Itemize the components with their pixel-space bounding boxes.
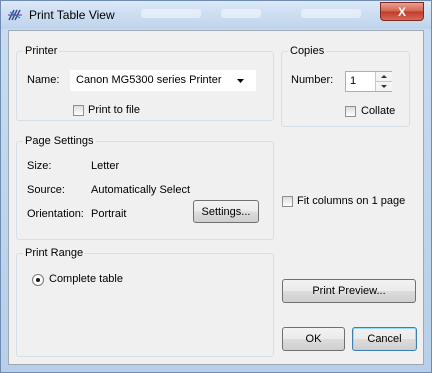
printer-name-value: Canon MG5300 series Printer — [76, 74, 222, 86]
dialog-body: Printer Name: Canon MG5300 series Printe… — [8, 30, 424, 365]
print-range-group: Print Range — [16, 247, 274, 357]
radio-selected-dot — [36, 278, 40, 282]
printer-name-label: Name: — [27, 74, 60, 86]
spin-down-button[interactable] — [375, 82, 392, 91]
printer-name-select[interactable]: Canon MG5300 series Printer — [70, 70, 256, 91]
orientation-value: Portrait — [91, 208, 127, 220]
print-to-file-label: Print to file — [88, 104, 140, 116]
fit-columns-checkbox[interactable] — [282, 196, 293, 207]
fit-columns-label: Fit columns on 1 page — [297, 195, 406, 207]
collate-checkbox[interactable] — [345, 106, 356, 117]
spin-up-button[interactable] — [375, 72, 392, 82]
print-to-file-checkbox[interactable] — [73, 105, 84, 116]
orientation-label: Orientation: — [27, 208, 84, 220]
source-label: Source: — [27, 184, 65, 196]
source-value: Automatically Select — [91, 184, 191, 196]
print-table-view-dialog: Print Table View X Printer Name: Canon M… — [0, 0, 432, 373]
size-label: Size: — [27, 160, 52, 172]
complete-table-radio[interactable] — [32, 274, 44, 286]
titlebar-shading — [221, 9, 261, 18]
chevron-down-icon — [237, 79, 244, 83]
page-settings-group-label: Page Settings — [25, 135, 94, 147]
cancel-button[interactable]: Cancel — [352, 327, 417, 351]
complete-table-label: Complete table — [49, 273, 123, 285]
print-range-group-label: Print Range — [25, 247, 84, 259]
size-value: Letter — [91, 160, 120, 172]
collate-label: Collate — [361, 105, 396, 117]
printer-group-label: Printer — [25, 45, 58, 57]
settings-button[interactable]: Settings... — [193, 200, 259, 223]
chevron-down-icon — [381, 85, 387, 88]
copies-number-value: 1 — [350, 75, 357, 87]
titlebar-shading — [141, 9, 201, 18]
chevron-up-icon — [381, 75, 387, 78]
window-title: Print Table View — [29, 8, 115, 22]
ok-button[interactable]: OK — [282, 327, 345, 351]
copies-number-stepper[interactable]: 1 — [345, 71, 392, 92]
copies-group-label: Copies — [290, 45, 325, 57]
title-bar[interactable]: Print Table View X — [1, 1, 431, 29]
copies-number-label: Number: — [291, 74, 334, 86]
print-app-icon — [8, 9, 22, 21]
titlebar-shading — [301, 9, 361, 18]
close-icon: X — [397, 4, 406, 19]
close-button[interactable]: X — [380, 2, 424, 21]
print-preview-button[interactable]: Print Preview... — [282, 279, 416, 303]
